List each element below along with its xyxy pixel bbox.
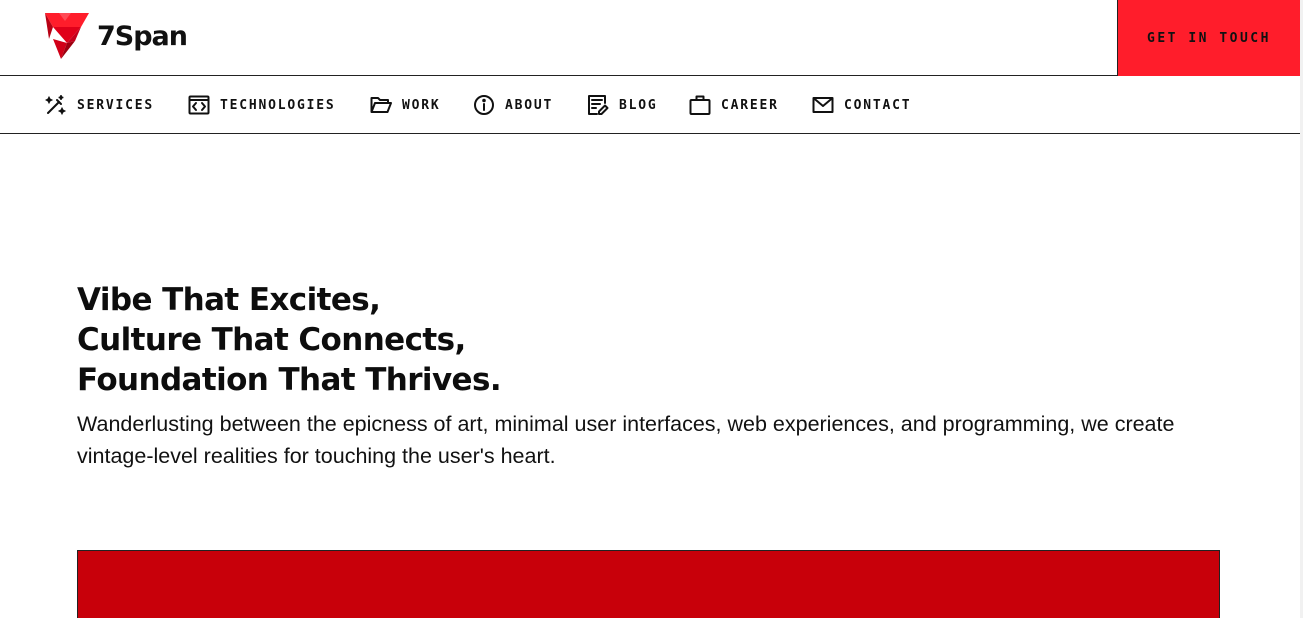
- magic-wand-icon: [45, 95, 67, 116]
- folder-open-icon: [370, 97, 392, 113]
- main-navigation: SERVICES TECHNOLOGIES WORK ABOUT BLOG CA…: [0, 76, 1300, 134]
- info-circle-icon: [474, 95, 494, 115]
- nav-label-contact: CONTACT: [844, 97, 912, 113]
- code-window-icon: [188, 95, 210, 115]
- nav-label-career: CAREER: [721, 97, 779, 113]
- document-pen-icon: [588, 95, 609, 115]
- nav-label-services: SERVICES: [77, 97, 155, 113]
- nav-label-about: ABOUT: [505, 97, 554, 113]
- site-header: 7Span GET IN TOUCH: [0, 0, 1303, 76]
- hero-description: Wanderlusting between the epicness of ar…: [77, 412, 1175, 468]
- nav-label-technologies: TECHNOLOGIES: [220, 97, 336, 113]
- 7span-logo-icon: [45, 13, 89, 59]
- nav-label-work: WORK: [402, 97, 441, 113]
- nav-item-technologies[interactable]: TECHNOLOGIES: [188, 93, 336, 117]
- hero-section: Vibe That Excites, Culture That Connects…: [77, 280, 1227, 472]
- nav-item-services[interactable]: SERVICES: [45, 93, 154, 117]
- hero-heading-line-3: Foundation That Thrives.: [77, 362, 502, 398]
- logo-link[interactable]: 7Span: [45, 13, 188, 59]
- envelope-icon: [812, 97, 834, 113]
- nav-item-contact[interactable]: CONTACT: [812, 93, 911, 117]
- hero-heading-line-1: Vibe That Excites,: [77, 282, 381, 318]
- red-banner-block: [77, 550, 1220, 618]
- get-in-touch-button[interactable]: GET IN TOUCH: [1117, 0, 1300, 76]
- nav-item-work[interactable]: WORK: [370, 93, 441, 117]
- nav-item-about[interactable]: ABOUT: [473, 93, 553, 117]
- logo-text: 7Span: [97, 20, 188, 52]
- nav-label-blog: BLOG: [619, 97, 658, 113]
- nav-item-blog[interactable]: BLOG: [587, 93, 658, 117]
- briefcase-icon: [689, 95, 711, 115]
- hero-heading-line-2: Culture That Connects,: [77, 322, 466, 358]
- nav-item-career[interactable]: CAREER: [689, 93, 779, 117]
